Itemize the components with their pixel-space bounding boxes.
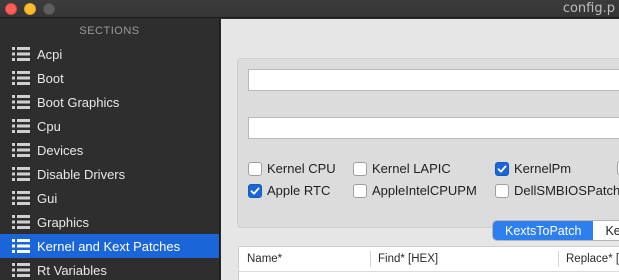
sidebar-item-label: Boot [37,70,64,86]
patch-tabs: KextsToPatch Ke [492,220,619,241]
sidebar-item-label: Acpi [37,46,63,62]
list-icon [12,47,30,61]
checkbox-label: Apple RTC [267,183,331,198]
window-title: config.p [562,1,615,16]
checkbox-box[interactable] [353,183,367,198]
list-icon [12,143,30,157]
text-field-2[interactable] [248,117,619,139]
title-bar: config.p [0,0,619,18]
sidebar-header: SECTIONS [79,25,140,37]
sidebar-item-devices[interactable]: Devices [0,138,219,162]
list-icon [12,239,30,253]
list-icon [12,263,30,277]
sidebar-item-gui[interactable]: Gui [0,186,219,210]
tab-kernel-to-patch[interactable]: Ke [593,221,619,240]
sidebar-item-rt-variables[interactable]: Rt Variables [0,258,219,280]
close-window-button[interactable] [5,3,17,15]
checkbox-kernel-lapic[interactable]: Kernel LAPIC [353,161,451,176]
sidebar-item-label: Graphics [37,214,90,230]
sidebar-item-label: Cpu [37,118,61,134]
sidebar-item-label: Disable Drivers [37,166,126,182]
list-icon [12,191,30,205]
tab-kexts-to-patch[interactable]: KextsToPatch [493,221,594,240]
checkbox-label: Kernel CPU [267,161,336,176]
main-content: Kernel CPU Kernel LAPIC KernelPm Apple R… [221,19,619,280]
sidebar-item-label: Gui [37,190,58,206]
list-icon [12,215,30,229]
kexts-to-patch-table: Name* Find* [HEX] Replace* [HEX] [238,246,619,280]
column-header-replace[interactable]: Replace* [HEX] [566,247,619,271]
sidebar: SECTIONS Acpi Boot Boot Graphics Cpu Dev… [0,19,220,280]
sidebar-item-kernel-and-kext-patches[interactable]: Kernel and Kext Patches [0,234,219,258]
zoom-window-button[interactable] [43,3,55,15]
sidebar-item-boot-graphics[interactable]: Boot Graphics [0,90,219,114]
sidebar-item-boot[interactable]: Boot [0,66,219,90]
checkbox-box[interactable] [248,161,262,176]
text-field-1[interactable] [248,69,619,91]
column-header-find[interactable]: Find* [HEX] [378,247,438,271]
sidebar-item-label: Rt Variables [37,262,107,278]
sidebar-item-cpu[interactable]: Cpu [0,114,219,138]
list-icon [12,95,30,109]
checkbox-label: Kernel LAPIC [372,161,451,176]
checkmark-icon [497,165,507,172]
column-header-name[interactable]: Name* [247,247,282,271]
sidebar-item-graphics[interactable]: Graphics [0,210,219,234]
sidebar-item-acpi[interactable]: Acpi [0,42,219,66]
checkmark-icon [250,187,260,194]
column-divider[interactable] [370,251,371,267]
checkbox-label: KernelPm [514,161,572,176]
list-icon [12,71,30,85]
checkbox-kernel-cpu[interactable]: Kernel CPU [248,161,336,176]
checkbox-appleintelcpupm[interactable]: AppleIntelCPUPM [353,183,477,198]
header-separator [239,271,619,272]
sidebar-item-disable-drivers[interactable]: Disable Drivers [0,162,219,186]
checkbox-box[interactable] [495,183,509,198]
checkbox-apple-rtc[interactable]: Apple RTC [248,183,330,198]
sidebar-item-label: Boot Graphics [37,94,120,110]
checkbox-box[interactable] [248,183,262,198]
sidebar-item-label: Kernel and Kext Patches [37,238,181,254]
checkbox-label: AppleIntelCPUPM [372,183,477,198]
column-divider[interactable] [558,251,559,267]
sidebar-item-label: Devices [37,142,84,158]
checkbox-box[interactable] [353,161,367,176]
checkbox-label: DellSMBIOSPatch [514,183,619,198]
list-icon [12,119,30,133]
checkbox-kernelpm[interactable]: KernelPm [495,161,571,176]
checkbox-dellsmbiospatch[interactable]: DellSMBIOSPatch [495,183,619,198]
minimize-window-button[interactable] [24,3,36,15]
list-icon [12,167,30,181]
checkbox-box[interactable] [495,161,509,176]
